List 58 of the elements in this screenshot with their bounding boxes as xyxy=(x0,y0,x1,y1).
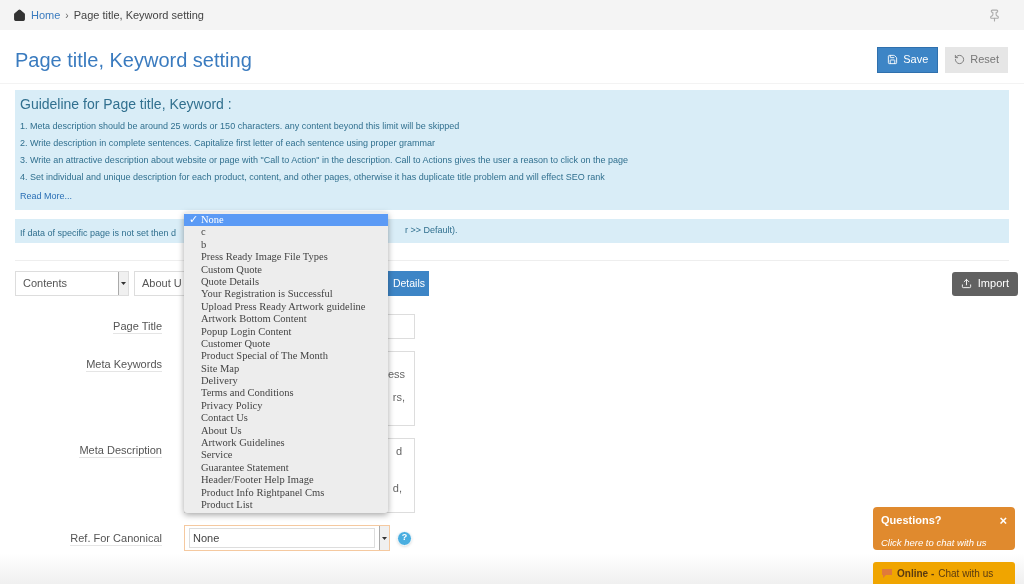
dropdown-option[interactable]: Popup Login Content xyxy=(184,325,388,338)
dropdown-option[interactable]: Header/Footer Help Image xyxy=(184,474,388,487)
breadcrumb-separator: › xyxy=(65,8,69,23)
speech-bubble-icon xyxy=(881,568,893,578)
save-button[interactable]: Save xyxy=(877,46,939,73)
field-label: Ref. For Canonical xyxy=(70,530,162,546)
reset-button[interactable]: Reset xyxy=(945,46,1008,73)
dropdown-option[interactable]: c xyxy=(184,226,388,239)
dropdown-option[interactable]: Product List xyxy=(184,499,388,512)
field-label: Page Title xyxy=(113,319,162,334)
dropdown-option[interactable]: Quote Details xyxy=(184,275,388,289)
breadcrumb-current: Page title, Keyword setting xyxy=(73,7,204,23)
import-button[interactable]: Import xyxy=(951,271,1018,296)
chat-prompt-text: Click here to chat with us xyxy=(881,536,987,548)
dropdown-option[interactable]: Upload Press Ready Artwork guideline xyxy=(184,300,388,314)
dropdown-option[interactable]: Service xyxy=(184,449,388,462)
dropdown-option[interactable]: Guarantee Statement xyxy=(184,461,388,475)
dropdown-option[interactable]: Product Info Rightpanel Cms xyxy=(184,486,388,499)
dropdown-option[interactable]: Artwork Guidelines xyxy=(184,437,388,450)
canonical-select[interactable]: None xyxy=(184,525,390,551)
info-text: r >> Default). xyxy=(405,224,458,238)
dropdown-option[interactable]: Press Ready Image File Types xyxy=(184,251,388,264)
guideline-text: 4. Set individual and unique description for each product, content, and other pages, otherwise it has duplicate title problem and will effect SEO rank xyxy=(20,171,606,184)
guideline-text: 2. Write description in complete sentences. Capitalize first letter of each sentence using proper grammar xyxy=(20,137,437,150)
save-icon xyxy=(887,54,899,65)
dropdown-option[interactable]: Product Special of The Month xyxy=(184,350,388,363)
info-text: If data of specific page is not set then d xyxy=(20,228,177,238)
reset-icon xyxy=(954,54,966,65)
dropdown-option[interactable]: About Us xyxy=(184,424,388,438)
field-text: ess xyxy=(387,367,405,381)
read-more-link[interactable]: Read More... xyxy=(20,191,73,201)
dropdown-option[interactable]: Your Registration is Successful xyxy=(184,288,388,301)
dropdown-option[interactable]: Custom Quote xyxy=(184,263,388,276)
upload-icon xyxy=(960,278,972,289)
chat-bar[interactable]: Online - Chat with us xyxy=(873,562,1015,584)
content-type-select[interactable]: Contents xyxy=(15,271,129,296)
dropdown-option[interactable]: b xyxy=(184,238,388,252)
page-title: Page title, Keyword setting xyxy=(15,47,252,73)
dropdown-option[interactable]: Artwork Bottom Content xyxy=(184,313,388,326)
guideline-heading: Guideline for Page title, Keyword : xyxy=(20,95,233,114)
home-link[interactable]: Home xyxy=(31,6,61,24)
home-icon xyxy=(13,8,26,22)
field-text: d, xyxy=(392,481,402,495)
dropdown-option[interactable]: Delivery xyxy=(184,375,388,388)
field-text: d xyxy=(395,444,402,458)
chat-title: Questions? xyxy=(881,513,942,528)
caret-icon xyxy=(382,536,387,540)
dropdown-option[interactable]: Site Map xyxy=(184,362,388,376)
dropdown-option[interactable]: Customer Quote xyxy=(184,337,388,351)
dropdown-option[interactable]: Terms and Conditions xyxy=(184,387,388,400)
dropdown-option[interactable]: Contact Us xyxy=(184,412,388,425)
caret-icon xyxy=(121,282,126,285)
guideline-text: 3. Write an attractive description about website or page with "Call to Action" in the description. Call to Actions gives the user a reason to click on the page xyxy=(20,154,630,167)
guideline-text: 1. Meta description should be around 25 words or 150 characters. any content beyond this limit will be skipped xyxy=(20,120,461,133)
field-label: Meta Description xyxy=(79,443,162,458)
field-text: rs, xyxy=(392,390,405,404)
field-label: Meta Keywords xyxy=(86,357,162,372)
dropdown-option[interactable]: Privacy Policy xyxy=(184,399,388,413)
